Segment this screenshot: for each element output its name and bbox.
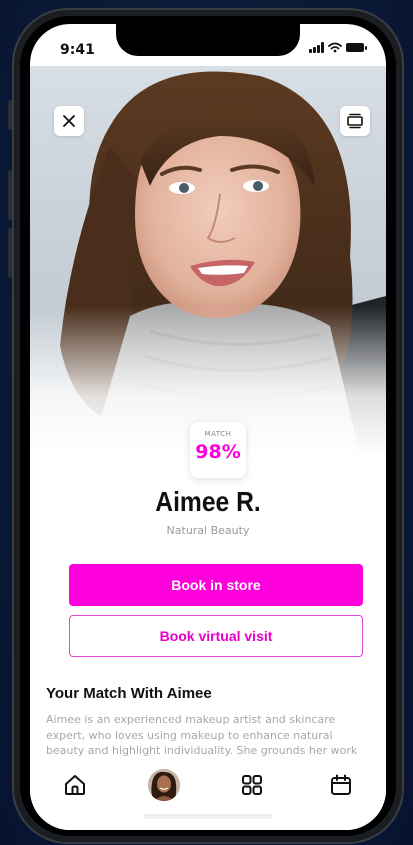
signal-icon bbox=[309, 42, 324, 53]
status-icons bbox=[309, 42, 367, 53]
tab-profile[interactable] bbox=[147, 768, 181, 802]
gallery-button[interactable] bbox=[340, 106, 370, 136]
gallery-icon bbox=[347, 113, 363, 129]
section-title: Your Match With Aimee bbox=[46, 685, 212, 702]
phone-screen: 9:41 MATCH 98% Aimee R. Natural Beauty B… bbox=[30, 24, 386, 830]
profile-subtitle: Natural Beauty bbox=[166, 524, 250, 537]
match-value: 98% bbox=[195, 441, 241, 463]
tab-home[interactable] bbox=[58, 768, 92, 802]
battery-icon bbox=[346, 43, 367, 52]
profile-name: Aimee R. bbox=[155, 486, 261, 517]
close-icon bbox=[63, 115, 75, 127]
status-time: 9:41 bbox=[60, 42, 95, 58]
book-in-store-button[interactable]: Book in store bbox=[69, 564, 363, 606]
grid-icon bbox=[242, 775, 263, 795]
home-icon bbox=[65, 775, 85, 795]
calendar-icon bbox=[330, 774, 351, 795]
avatar bbox=[147, 769, 180, 801]
match-label: MATCH bbox=[204, 430, 232, 438]
section-body: Aimee is an experienced makeup artist an… bbox=[46, 713, 358, 757]
home-indicator bbox=[143, 814, 273, 819]
tab-calendar[interactable] bbox=[324, 768, 358, 802]
notch bbox=[116, 24, 300, 56]
close-button[interactable] bbox=[54, 106, 84, 136]
wifi-icon bbox=[328, 42, 342, 53]
book-virtual-visit-button[interactable]: Book virtual visit bbox=[69, 615, 363, 657]
match-card: MATCH 98% bbox=[190, 422, 246, 478]
tab-browse[interactable] bbox=[235, 768, 269, 802]
